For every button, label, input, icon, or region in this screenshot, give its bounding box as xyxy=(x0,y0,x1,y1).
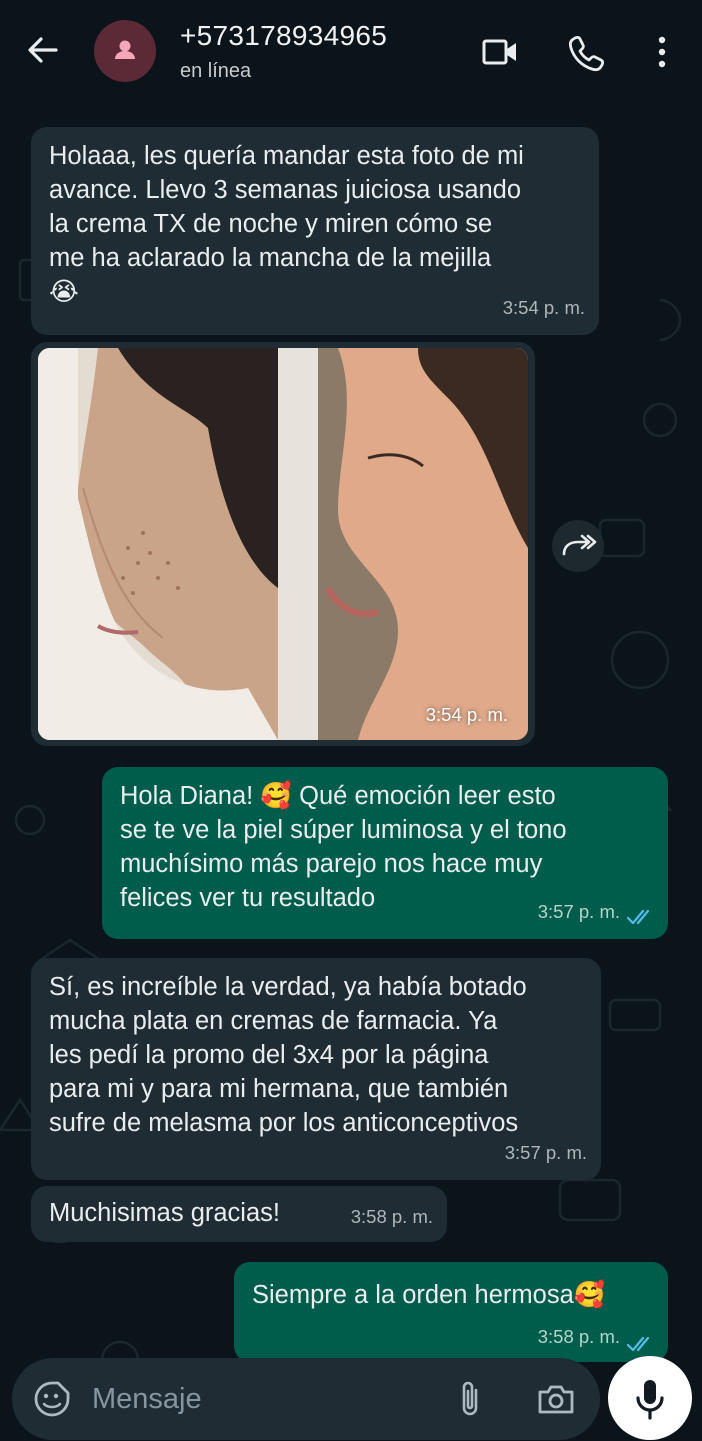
outgoing-message[interactable]: Hola Diana! 🥰 Qué emoción leer esto se t… xyxy=(102,767,668,939)
before-after-photo[interactable]: 3:54 p. m. xyxy=(38,348,528,740)
forward-icon xyxy=(562,534,597,556)
message-time: 3:58 p. m. xyxy=(350,1206,433,1227)
message-text: Sí, es increíble la verdad, ya había bot… xyxy=(49,973,527,1137)
camera-icon[interactable] xyxy=(534,1378,578,1420)
incoming-image-message[interactable]: 3:54 p. m. xyxy=(31,342,535,746)
message-text: Holaaa, les quería mandar esta foto de m… xyxy=(49,142,524,306)
contact-name[interactable]: +573178934965 xyxy=(180,20,387,52)
forward-button[interactable] xyxy=(552,520,604,572)
chat-header: +573178934965 en línea xyxy=(0,0,702,100)
message-text: Muchisimas gracias! xyxy=(49,1199,280,1227)
more-options-icon[interactable] xyxy=(642,30,686,74)
voice-call-icon[interactable] xyxy=(565,30,609,74)
avatar[interactable] xyxy=(94,20,156,82)
photo-illustration xyxy=(38,348,528,740)
message-time: 3:58 p. m. xyxy=(537,1326,620,1347)
video-call-icon[interactable] xyxy=(478,30,522,74)
message-text: Siempre a la orden hermosa🥰 xyxy=(252,1281,606,1309)
message-time: 3:57 p. m. xyxy=(537,901,620,922)
message-time: 3:54 p. m. xyxy=(502,297,585,318)
message-input[interactable] xyxy=(92,1378,422,1420)
message-composer xyxy=(12,1358,600,1440)
incoming-message[interactable]: Sí, es increíble la verdad, ya había bot… xyxy=(31,958,601,1180)
incoming-message[interactable]: Muchisimas gracias! 3:58 p. m. xyxy=(31,1186,447,1242)
microphone-button[interactable] xyxy=(608,1356,692,1440)
avatar-person-icon xyxy=(115,40,135,59)
attach-clip-icon[interactable] xyxy=(452,1378,492,1420)
message-text: Hola Diana! 🥰 Qué emoción leer esto se t… xyxy=(120,782,567,912)
back-arrow-icon[interactable] xyxy=(22,30,62,70)
outgoing-message[interactable]: Siempre a la orden hermosa🥰 3:58 p. m. xyxy=(234,1262,668,1362)
microphone-icon xyxy=(636,1380,664,1420)
read-ticks-icon xyxy=(626,1336,650,1352)
contact-status: en línea xyxy=(180,60,252,82)
read-ticks-icon xyxy=(626,909,650,925)
message-time: 3:54 p. m. xyxy=(425,704,508,725)
incoming-message[interactable]: Holaaa, les quería mandar esta foto de m… xyxy=(31,127,599,335)
emoji-sticker-icon[interactable] xyxy=(32,1379,72,1419)
message-time: 3:57 p. m. xyxy=(504,1142,587,1163)
